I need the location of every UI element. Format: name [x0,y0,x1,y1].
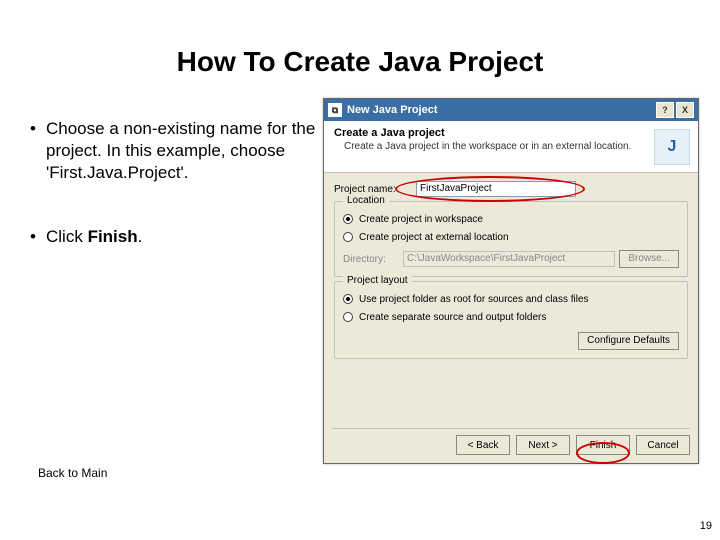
finish-word: Finish [88,227,138,246]
bullet-list: Choose a non-existing name for the proje… [30,118,320,290]
location-group: Location Create project in workspace Cre… [334,201,688,277]
close-button[interactable]: X [676,102,694,118]
directory-input: C:\JavaWorkspace\FirstJavaProject [403,251,615,267]
layout-separate-radio[interactable]: Create separate source and output folder… [343,308,679,326]
layout-root-radio[interactable]: Use project folder as root for sources a… [343,290,679,308]
location-external-radio[interactable]: Create project at external location [343,228,679,246]
radio-label: Create project in workspace [359,214,483,225]
header-title: Create a Java project [334,127,688,139]
radio-label: Create project at external location [359,232,509,243]
page-number: 19 [700,520,712,532]
radio-icon [343,232,353,242]
project-name-label: Project name: [334,184,416,195]
header-subtitle: Create a Java project in the workspace o… [344,141,688,152]
dialog-titlebar: ⧉ New Java Project ? X [324,99,698,121]
configure-defaults-button[interactable]: Configure Defaults [578,332,679,350]
directory-row: Directory: C:\JavaWorkspace\FirstJavaPro… [343,250,679,268]
bullet-item: Choose a non-existing name for the proje… [30,118,320,184]
app-icon: ⧉ [328,103,342,117]
back-button[interactable]: < Back [456,435,510,455]
finish-button[interactable]: Finish [576,435,630,455]
project-name-input[interactable]: FirstJavaProject [416,181,576,197]
java-icon: J [654,129,690,165]
radio-icon [343,312,353,322]
dialog-body: Project name: FirstJavaProject Location … [324,173,698,359]
separator [332,428,690,429]
bullet-item: Click Finish. [30,226,320,248]
browse-button[interactable]: Browse... [619,250,679,268]
dialog-header: Create a Java project Create a Java proj… [324,121,698,173]
dialog-title: New Java Project [347,104,654,116]
next-button[interactable]: Next > [516,435,570,455]
radio-label: Use project folder as root for sources a… [359,294,589,305]
location-workspace-radio[interactable]: Create project in workspace [343,210,679,228]
cancel-button[interactable]: Cancel [636,435,690,455]
radio-label: Create separate source and output folder… [359,312,546,323]
slide: How To Create Java Project Choose a non-… [0,0,720,540]
directory-label: Directory: [343,254,403,265]
back-to-main-link[interactable]: Back to Main [38,466,107,480]
slide-title: How To Create Java Project [0,46,720,78]
help-button[interactable]: ? [656,102,674,118]
radio-icon [343,294,353,304]
new-java-project-dialog: ⧉ New Java Project ? X Create a Java pro… [323,98,699,464]
radio-icon [343,214,353,224]
project-layout-group: Project layout Use project folder as roo… [334,281,688,359]
dialog-footer: < Back Next > Finish Cancel [450,435,690,455]
location-legend: Location [343,195,389,206]
layout-legend: Project layout [343,275,412,286]
